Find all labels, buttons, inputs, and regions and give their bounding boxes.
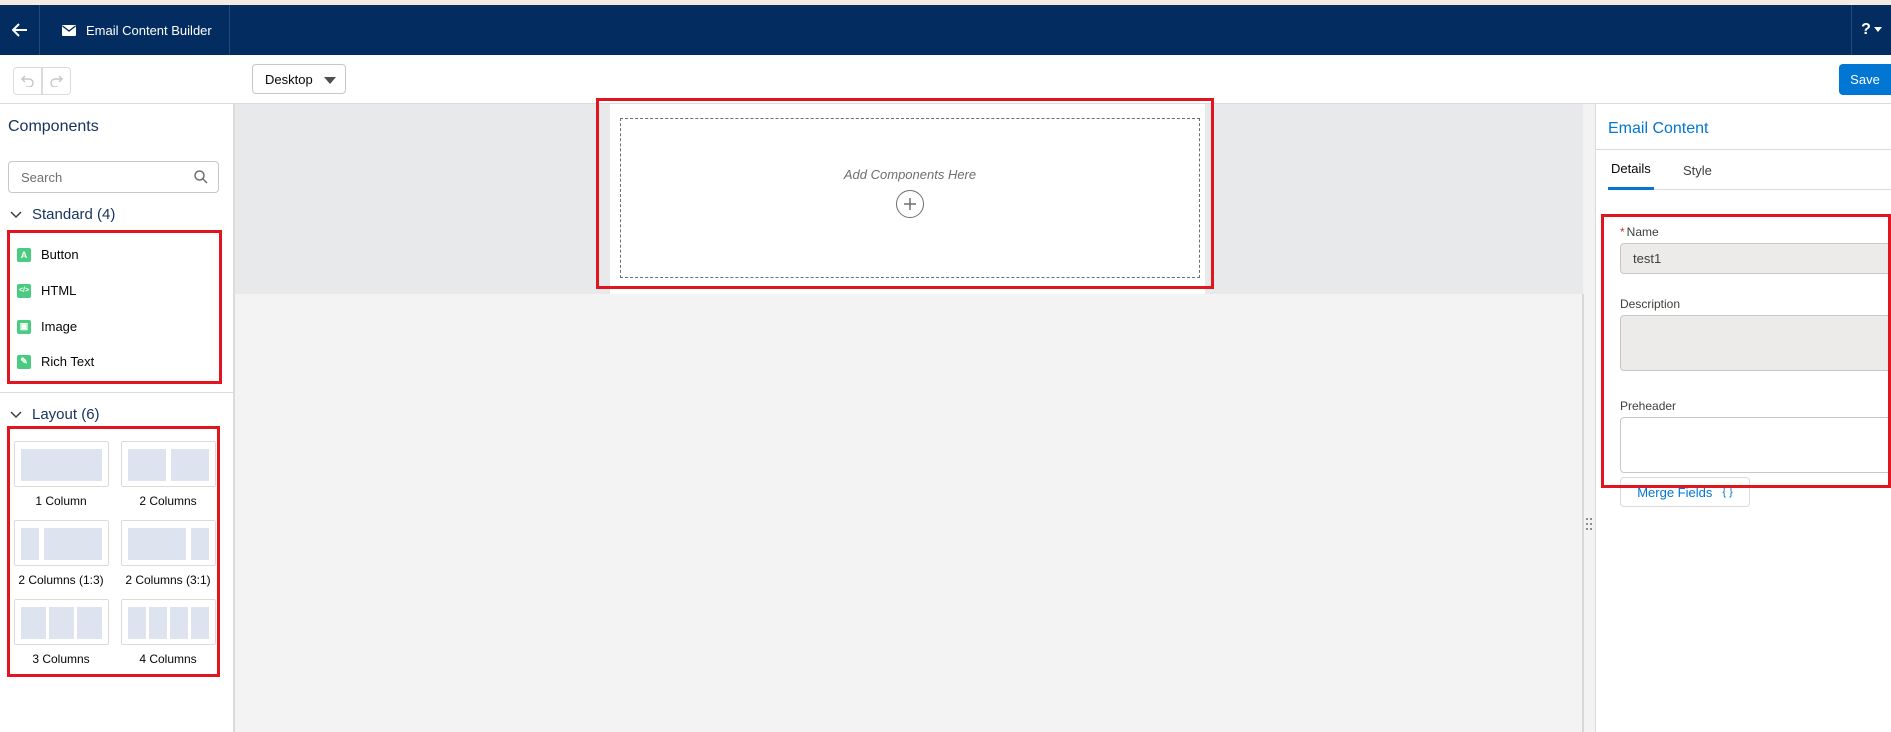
help-button[interactable]: ? <box>1851 5 1891 55</box>
undo-icon <box>21 75 34 87</box>
layout-tile-2-columns-1-3[interactable] <box>14 520 109 566</box>
layout-tile-2-columns[interactable] <box>121 441 216 487</box>
merge-fields-button[interactable]: Merge Fields { } <box>1620 477 1750 507</box>
layout-label: 2 Columns (3:1) <box>125 573 211 587</box>
component-item-html[interactable]: </> HTML <box>17 283 76 298</box>
name-field[interactable]: test1 <box>1620 243 1891 274</box>
layout-label: 1 Column <box>35 494 87 508</box>
app-title: Email Content Builder <box>86 22 212 38</box>
standard-section-header: Standard (4) <box>32 206 116 223</box>
layout-label: 2 Columns <box>139 494 197 508</box>
merge-field-icon: { } <box>1722 486 1733 498</box>
layout-section-header: Layout (6) <box>32 406 100 423</box>
component-item-image[interactable]: ▣ Image <box>17 319 77 334</box>
component-item-button[interactable]: A Button <box>17 247 79 262</box>
back-arrow-icon <box>11 23 27 37</box>
chevron-down-icon <box>1873 27 1882 32</box>
component-label: Image <box>41 319 78 334</box>
app-header: Email Content Builder ? <box>0 5 1891 55</box>
preheader-textarea[interactable] <box>1620 417 1891 473</box>
builder-toolbar: Desktop Save <box>0 55 1891 104</box>
column-block <box>128 528 186 560</box>
column-block <box>191 528 209 560</box>
column-block <box>77 607 102 639</box>
canvas-edge <box>1582 294 1584 732</box>
layout-tile-1-column[interactable] <box>14 441 109 487</box>
save-button[interactable]: Save <box>1839 64 1891 95</box>
rich-text-icon: ✎ <box>17 354 31 369</box>
layout-tile-2-columns-3-1[interactable] <box>121 520 216 566</box>
tab-style[interactable]: Style <box>1680 150 1715 190</box>
column-block <box>149 607 167 639</box>
app-title-area: Email Content Builder <box>46 5 230 55</box>
preheader-label: Preheader <box>1620 399 1677 413</box>
name-label: * Name <box>1620 225 1659 239</box>
panel-resize-handle[interactable] <box>1585 517 1593 531</box>
column-block <box>21 449 102 481</box>
tab-details[interactable]: Details <box>1608 150 1654 190</box>
chevron-down-icon <box>10 410 22 418</box>
email-body: Add Components Here <box>610 104 1205 294</box>
properties-tabs: Details Style <box>1608 150 1891 190</box>
description-textarea[interactable] <box>1620 315 1891 371</box>
merge-fields-label: Merge Fields <box>1637 484 1713 500</box>
layout-label: 3 Columns <box>32 652 90 666</box>
layout-label: 2 Columns (1:3) <box>18 573 104 587</box>
component-label: HTML <box>41 283 77 298</box>
column-block <box>21 607 46 639</box>
layout-section-toggle[interactable]: Layout (6) <box>10 406 100 423</box>
component-label: Button <box>41 247 79 262</box>
column-block <box>21 528 39 560</box>
undo-button[interactable] <box>13 67 42 95</box>
properties-title: Email Content <box>1608 120 1709 137</box>
properties-panel: Email Content Details Style * Name test1 … <box>1595 104 1891 732</box>
search-input[interactable] <box>21 169 181 185</box>
button-icon: A <box>17 247 31 262</box>
caret-down-icon <box>324 77 336 84</box>
column-block <box>171 449 209 481</box>
description-label: Description <box>1620 297 1681 311</box>
layout-tile-3-columns[interactable] <box>14 599 109 645</box>
html-icon: </> <box>17 283 31 298</box>
section-divider <box>0 392 233 393</box>
column-block <box>44 528 102 560</box>
add-component-button[interactable] <box>896 190 924 218</box>
column-block <box>170 607 188 639</box>
back-button[interactable] <box>0 5 40 55</box>
redo-button[interactable] <box>42 67 71 95</box>
email-icon <box>62 24 76 36</box>
dropzone-text: Add Components Here <box>843 167 977 182</box>
email-canvas: Add Components Here <box>235 104 1584 732</box>
name-field-value: test1 <box>1633 251 1662 266</box>
column-block <box>128 449 166 481</box>
components-title: Components <box>8 118 99 135</box>
components-panel: Components Standard (4) A Button </> HTM… <box>0 104 235 732</box>
help-icon: ? <box>1861 21 1871 38</box>
component-item-rich-text[interactable]: ✎ Rich Text <box>17 354 94 369</box>
component-dropzone[interactable]: Add Components Here <box>620 118 1200 278</box>
search-box <box>8 161 219 193</box>
column-block <box>191 607 209 639</box>
layout-label: 4 Columns <box>139 652 197 666</box>
chevron-down-icon <box>10 210 22 218</box>
device-select[interactable]: Desktop <box>252 64 346 94</box>
layout-tile-4-columns[interactable] <box>121 599 216 645</box>
redo-icon <box>50 75 63 87</box>
required-marker: * <box>1620 225 1625 239</box>
column-block <box>128 607 146 639</box>
column-block <box>49 607 74 639</box>
standard-section-toggle[interactable]: Standard (4) <box>10 206 115 223</box>
component-label: Rich Text <box>41 354 95 369</box>
image-icon: ▣ <box>17 319 31 334</box>
name-label-text: Name <box>1626 225 1659 239</box>
device-select-value: Desktop <box>265 71 313 87</box>
search-icon <box>194 170 208 184</box>
plus-icon <box>904 198 916 210</box>
